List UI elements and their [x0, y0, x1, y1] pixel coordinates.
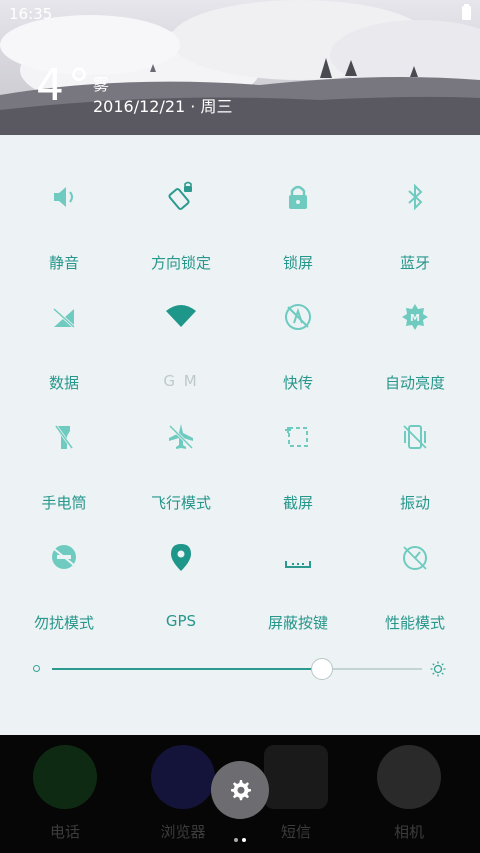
messages-icon [264, 745, 328, 809]
tile-gps[interactable]: GPS [121, 515, 241, 630]
tile-lock-screen[interactable]: 锁屏 [238, 155, 358, 272]
bluetooth-icon [408, 183, 423, 211]
tile-vibrate[interactable]: 振动 [355, 395, 475, 512]
speaker-icon [54, 187, 73, 207]
weather-header: 16:35 4° 雾 2016/12/21 · 周三 [0, 0, 480, 135]
tile-screenshot[interactable]: 截屏 [238, 395, 358, 512]
performance-icon [403, 546, 427, 570]
quick-settings-panel: 静音 方向锁定 锁屏 蓝牙 数据 G M 快传 M 自动亮度 手电筒 飞行模式 … [0, 135, 480, 735]
tile-block-keys[interactable]: 屏蔽按键 [238, 515, 358, 632]
tile-bluetooth[interactable]: 蓝牙 [355, 155, 475, 272]
tile-rotation-lock[interactable]: 方向锁定 [121, 155, 241, 272]
tile-mobile-data[interactable]: 数据 [4, 275, 124, 392]
lock-icon [289, 185, 307, 209]
dock-app-camera[interactable]: 相机 [369, 745, 449, 842]
vibrate-off-icon [403, 425, 427, 449]
app-label: 浏览器 [160, 823, 206, 841]
status-time: 16:35 [9, 5, 53, 23]
brightness-slider-fill [52, 668, 323, 670]
brightness-low-icon [33, 665, 40, 672]
page-dot-active [242, 838, 246, 842]
svg-text:M: M [410, 313, 420, 324]
wifi-icon [166, 305, 196, 327]
settings-button[interactable] [211, 761, 269, 819]
tile-mute[interactable]: 静音 [4, 155, 124, 272]
tile-label: 性能模式 [384, 614, 445, 632]
location-pin-icon [171, 544, 191, 571]
tile-airplane-mode[interactable]: 飞行模式 [121, 395, 241, 512]
tile-label: 飞行模式 [150, 494, 211, 512]
gear-icon [231, 780, 251, 801]
tile-auto-brightness[interactable]: M 自动亮度 [355, 275, 475, 392]
app-label: 电话 [49, 823, 80, 841]
date: 2016/12/21 · 周三 [93, 97, 233, 116]
tile-label: 静音 [48, 254, 79, 272]
do-not-disturb-icon [52, 545, 76, 569]
tile-label: 截屏 [282, 494, 313, 512]
page-indicator [232, 827, 248, 846]
tile-do-not-disturb[interactable]: 勿扰模式 [4, 515, 124, 632]
screenshot-icon [285, 427, 308, 447]
tile-label: 手电筒 [41, 494, 87, 512]
dock-app-phone[interactable]: 电话 [25, 745, 105, 842]
quick-transfer-icon [285, 304, 311, 330]
brightness-slider-thumb[interactable] [311, 658, 334, 680]
weather-condition: 雾 [93, 75, 110, 94]
battery-icon [462, 4, 471, 20]
app-label: 相机 [393, 823, 424, 841]
tile-performance-mode[interactable]: 性能模式 [355, 515, 475, 632]
camera-icon [377, 745, 441, 809]
tile-label: 数据 [48, 374, 79, 392]
temperature: 4° [36, 60, 94, 111]
tile-quick-transfer[interactable]: 快传 [238, 275, 358, 392]
tile-label: 勿扰模式 [33, 614, 94, 632]
rotation-lock-icon [168, 181, 192, 210]
app-label: 短信 [280, 823, 311, 841]
auto-brightness-icon: M [402, 304, 428, 330]
page-dot [234, 838, 238, 842]
airplane-off-icon [168, 424, 194, 450]
browser-icon [151, 745, 215, 809]
tile-flashlight[interactable]: 手电筒 [4, 395, 124, 512]
tile-label: 快传 [282, 374, 313, 392]
tile-label: 屏蔽按键 [267, 614, 328, 632]
tile-label: 锁屏 [282, 254, 313, 272]
phone-icon [33, 745, 97, 809]
brightness-high-icon [430, 661, 446, 677]
tile-label: 振动 [399, 494, 430, 512]
tile-label: GPS [165, 612, 197, 630]
mobile-data-off-icon [52, 307, 76, 329]
tile-label: 蓝牙 [399, 254, 430, 272]
tile-label: 自动亮度 [384, 374, 445, 392]
tile-wifi[interactable]: G M [121, 275, 241, 390]
flashlight-icon [54, 425, 74, 449]
app-dock: 电话 浏览器 短信 相机 [0, 735, 480, 853]
tile-label: 方向锁定 [150, 254, 211, 272]
tile-label: G M [163, 372, 199, 390]
block-keys-icon [285, 561, 311, 568]
